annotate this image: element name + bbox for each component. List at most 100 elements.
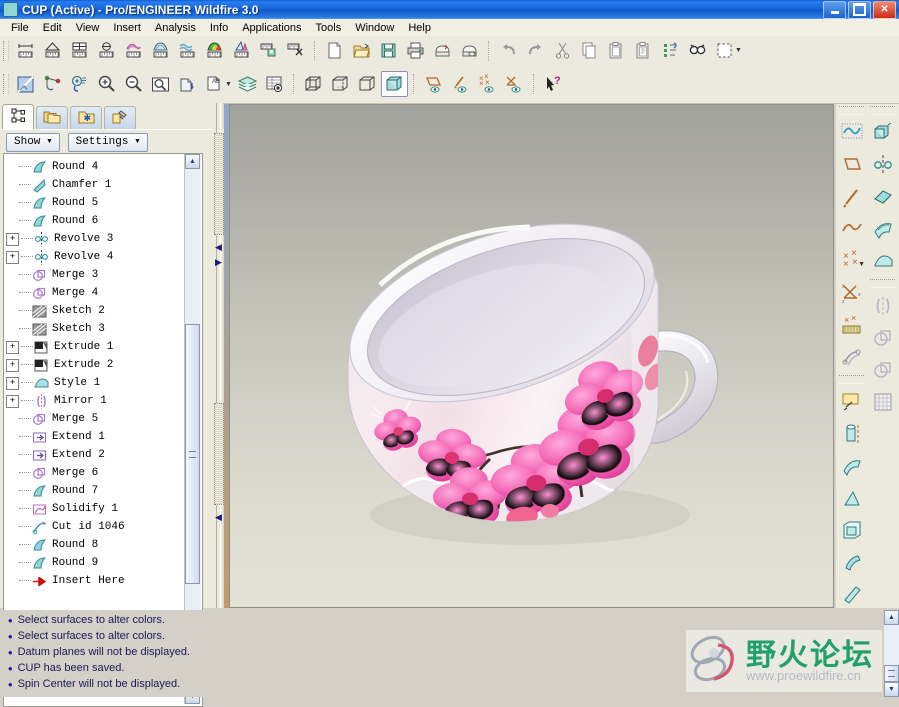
expand-toggle[interactable]: +: [6, 358, 19, 372]
offset-curve-icon[interactable]: [836, 341, 867, 373]
tab-favorites[interactable]: ✱: [70, 106, 102, 129]
tree-item-merge-5[interactable]: Merge 5: [4, 410, 184, 428]
coordinate-system-toggle-icon[interactable]: [501, 71, 528, 97]
datum-axis-tool-icon[interactable]: [836, 181, 867, 213]
paste-icon[interactable]: [603, 38, 630, 64]
datum-point-field-icon[interactable]: × ×: [836, 309, 867, 341]
message-scrollbar[interactable]: ▲ ▼: [884, 610, 899, 697]
rtool-grip-b2[interactable]: [870, 279, 895, 288]
undo-icon[interactable]: [495, 38, 522, 64]
menu-applications[interactable]: Applications: [235, 21, 308, 35]
tree-item-style-1[interactable]: + Style 1: [4, 374, 184, 392]
menu-view[interactable]: View: [69, 21, 107, 35]
expand-toggle[interactable]: +: [6, 340, 19, 354]
new-file-icon[interactable]: [321, 38, 348, 64]
minimize-button[interactable]: [823, 0, 846, 19]
splitter-collapse-arrow-1[interactable]: ◀: [215, 243, 222, 252]
cut-icon[interactable]: [549, 38, 576, 64]
tree-item-revolve-4[interactable]: + Revolve 4: [4, 248, 184, 266]
boundary-blend-icon[interactable]: [867, 213, 898, 245]
message-scroll-thumb[interactable]: [884, 665, 899, 682]
zoom-in-icon[interactable]: [93, 71, 120, 97]
measure-distance-icon[interactable]: [12, 38, 39, 64]
tree-item-round-7[interactable]: Round 7: [4, 482, 184, 500]
tree-item-merge-4[interactable]: Merge 4: [4, 284, 184, 302]
view-manager-icon[interactable]: [261, 71, 288, 97]
show-dropdown-button[interactable]: Show ▼: [6, 132, 60, 152]
tree-item-extend-1[interactable]: Extend 1: [4, 428, 184, 446]
toolbar-grip-2[interactable]: [3, 74, 9, 94]
rtool-grip-a2[interactable]: [839, 375, 864, 384]
tree-item-cut-id-1046[interactable]: Cut id 1046: [4, 518, 184, 536]
extrude-tool-icon[interactable]: [867, 117, 898, 149]
toolbar-grip[interactable]: [3, 40, 9, 61]
tree-item-extrude-2[interactable]: + Extrude 2: [4, 356, 184, 374]
tree-item-insert-here[interactable]: Insert Here: [4, 572, 184, 590]
tree-item-round-8[interactable]: Round 8: [4, 536, 184, 554]
menu-window[interactable]: Window: [348, 21, 401, 35]
blend-surface-icon[interactable]: [867, 181, 898, 213]
refit-icon[interactable]: [147, 71, 174, 97]
tab-connections[interactable]: [104, 106, 136, 129]
draft-check-icon[interactable]: [228, 38, 255, 64]
shading-icon[interactable]: [380, 71, 408, 97]
measure-area-icon[interactable]: [66, 38, 93, 64]
tab-folder-browser[interactable]: [36, 106, 68, 129]
tree-item-round-9[interactable]: Round 9: [4, 554, 184, 572]
tab-model-tree[interactable]: [2, 104, 34, 129]
sweep-blend-icon[interactable]: [836, 450, 867, 482]
tree-item-chamfer-1[interactable]: Chamfer 1: [4, 176, 184, 194]
hidden-line-icon[interactable]: [327, 71, 354, 97]
tree-item-merge-3[interactable]: Merge 3: [4, 266, 184, 284]
splitter-hatch-bottom[interactable]: [214, 403, 224, 505]
print-icon[interactable]: [402, 38, 429, 64]
menu-info[interactable]: Info: [203, 21, 235, 35]
find-icon[interactable]: [684, 38, 711, 64]
delete-analysis-icon[interactable]: [282, 38, 309, 64]
tree-item-sketch-3[interactable]: Sketch 3: [4, 320, 184, 338]
orientation-icon[interactable]: [66, 71, 93, 97]
graphics-window[interactable]: [229, 104, 834, 608]
datum-point-tool-icon[interactable]: × × × × ▼: [836, 245, 867, 277]
rtool-grip-b[interactable]: [870, 106, 895, 115]
wireframe-icon[interactable]: [300, 71, 327, 97]
redo-icon[interactable]: [522, 38, 549, 64]
tree-item-merge-6[interactable]: Merge 6: [4, 464, 184, 482]
scroll-thumb[interactable]: [185, 324, 200, 584]
tree-item-round-4[interactable]: Round 4: [4, 158, 184, 176]
menu-edit[interactable]: Edit: [36, 21, 69, 35]
close-button[interactable]: ✕: [873, 0, 896, 19]
surface-analysis-icon[interactable]: [147, 38, 174, 64]
shell-tool-icon[interactable]: [836, 514, 867, 546]
tree-item-extrude-1[interactable]: + Extrude 1: [4, 338, 184, 356]
zoom-out-icon[interactable]: [120, 71, 147, 97]
saved-views-icon[interactable]: [174, 71, 201, 97]
annotation-display-icon[interactable]: AB: [201, 71, 228, 97]
mirror-geom-icon[interactable]: [867, 149, 898, 181]
datum-plane-tool-icon[interactable]: [836, 149, 867, 181]
selection-filter-icon[interactable]: [711, 38, 738, 64]
rtool-grip-a[interactable]: [839, 106, 864, 115]
copy-icon[interactable]: [576, 38, 603, 64]
tree-item-revolve-3[interactable]: + Revolve 3: [4, 230, 184, 248]
regenerate-icon[interactable]: [657, 38, 684, 64]
settings-dropdown-button[interactable]: Settings ▼: [67, 132, 148, 152]
trim-tool-icon[interactable]: [867, 354, 898, 386]
menu-insert[interactable]: Insert: [106, 21, 148, 35]
mail-model-icon[interactable]: [429, 38, 456, 64]
rib-tool-icon[interactable]: [836, 546, 867, 578]
tree-item-extend-2[interactable]: Extend 2: [4, 446, 184, 464]
section-analysis-icon[interactable]: [174, 38, 201, 64]
splitter-collapse-arrow-3[interactable]: ◀: [215, 513, 222, 522]
web-link-icon[interactable]: [456, 38, 483, 64]
sketch-tool-icon[interactable]: [836, 386, 867, 418]
pattern-tool-icon[interactable]: [867, 386, 898, 418]
curve-tool-icon[interactable]: [836, 117, 867, 149]
datum-axis-toggle-icon[interactable]: [447, 71, 474, 97]
paste-special-icon[interactable]: [630, 38, 657, 64]
menu-help[interactable]: Help: [401, 21, 438, 35]
tree-item-round-5[interactable]: Round 5: [4, 194, 184, 212]
spin-center-icon[interactable]: [39, 71, 66, 97]
tree-item-round-6[interactable]: Round 6: [4, 212, 184, 230]
tree-item-sketch-2[interactable]: Sketch 2: [4, 302, 184, 320]
